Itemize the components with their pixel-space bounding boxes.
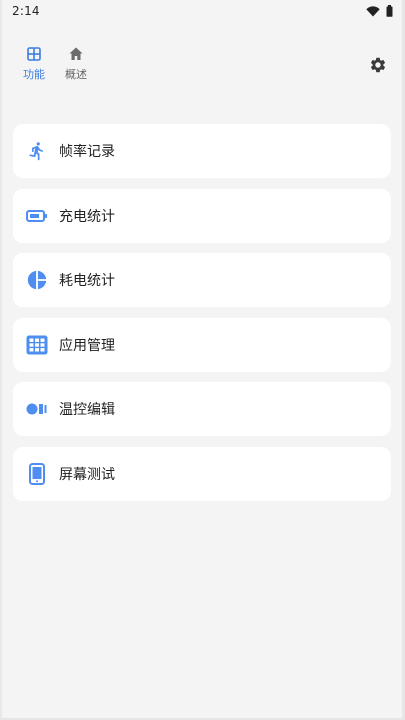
wifi-icon — [366, 5, 380, 17]
card-app-management[interactable]: 应用管理 — [13, 317, 391, 372]
pie-chart-icon — [26, 269, 48, 291]
card-screen-test[interactable]: 屏幕测试 — [13, 446, 391, 501]
running-person-icon — [26, 140, 48, 162]
card-screen-test-label: 屏幕测试 — [59, 466, 115, 483]
status-bar: 2:14 — [0, 0, 405, 22]
status-icons — [366, 5, 393, 17]
tab-features-label: 功能 — [23, 68, 45, 81]
card-power-usage-label: 耗电统计 — [59, 273, 115, 289]
settings-button[interactable] — [369, 56, 387, 74]
tab-features[interactable]: 功能 — [20, 46, 48, 82]
card-thermal-edit[interactable]: 温控编辑 — [13, 382, 391, 436]
battery-icon — [386, 5, 393, 17]
status-time: 2:14 — [12, 4, 40, 18]
feature-list: 帧率记录 充电统计 耗电统计 应用管理 温控编辑 屏幕测试 — [13, 124, 391, 511]
gear-icon — [369, 56, 387, 74]
top-tabs: 功能 概述 — [20, 46, 90, 82]
card-app-management-label: 应用管理 — [59, 337, 115, 354]
tab-overview-label: 概述 — [65, 68, 87, 81]
card-fps-record[interactable]: 帧率记录 — [13, 124, 391, 178]
card-fps-record-label: 帧率记录 — [59, 144, 115, 160]
tab-overview[interactable]: 概述 — [62, 46, 90, 82]
screen: 2:14 功能 概述 帧率记录 充电统计 耗电统计 应用管理 温控编辑 屏幕测试 — [0, 0, 405, 720]
card-thermal-edit-label: 温控编辑 — [59, 402, 115, 418]
thermal-control-icon — [26, 398, 48, 420]
card-charge-stats-label: 充电统计 — [59, 208, 115, 225]
battery-icon — [26, 205, 48, 227]
home-icon — [68, 46, 84, 62]
apps-grid-icon — [26, 334, 48, 356]
left-edge — [0, 0, 2, 720]
card-charge-stats[interactable]: 充电统计 — [13, 188, 391, 243]
grid-icon — [26, 46, 42, 62]
phone-icon — [26, 462, 48, 485]
card-power-usage[interactable]: 耗电统计 — [13, 253, 391, 307]
